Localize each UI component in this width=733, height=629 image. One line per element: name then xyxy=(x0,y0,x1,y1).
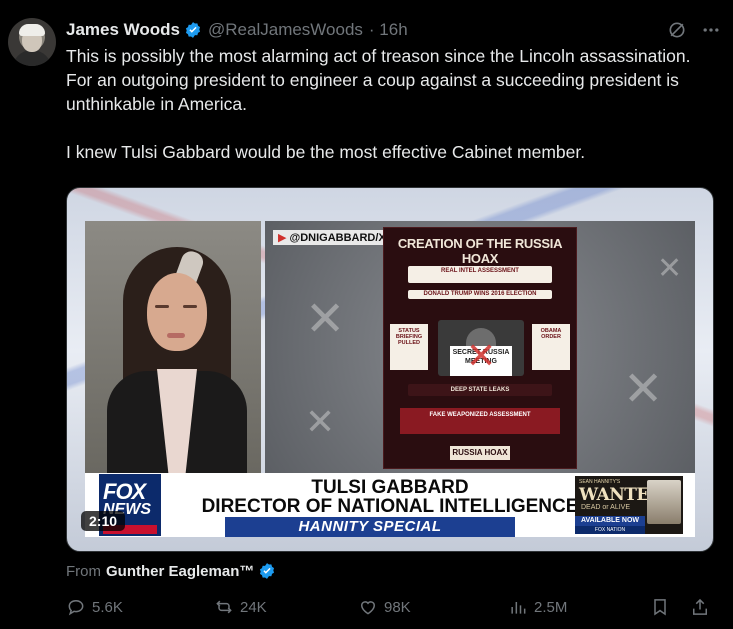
share-button[interactable] xyxy=(690,597,710,617)
like-button[interactable]: 98K xyxy=(358,597,411,617)
russia-hoax-poster: CREATION OF THE RUSSIA HOAX REAL INTEL A… xyxy=(383,227,577,469)
reply-icon xyxy=(68,599,84,616)
poster-fake-assessment: FAKE WEAPONIZED ASSESSMENT xyxy=(400,408,560,434)
tweet-actions: 5.6K 24K 98K 2.5M xyxy=(66,597,712,621)
x-logo-icon: ✕ xyxy=(623,363,664,416)
tweet-text: This is possibly the most alarming act o… xyxy=(66,46,691,162)
attribution-prefix: From xyxy=(66,562,101,580)
video-player[interactable]: ✕ ✕ ✕ ✕ ▶ @DNIGABBARD/X CREATION OF THE R… xyxy=(66,187,714,552)
tweet-time[interactable]: · 16h xyxy=(369,20,408,40)
avatar-hair xyxy=(19,24,45,36)
repost-count: 24K xyxy=(240,598,267,616)
bookmark-icon xyxy=(654,599,666,616)
x-logo-icon: ✕ xyxy=(305,293,346,346)
x-logo-icon: ✕ xyxy=(305,401,336,442)
repost-icon xyxy=(216,600,232,614)
x-logo-icon: ✕ xyxy=(657,252,683,285)
poster-box-briefing: STATUS BRIEFING PULLED xyxy=(390,324,428,370)
speaker-eye xyxy=(155,305,169,308)
video-duration: 2:10 xyxy=(81,511,126,531)
dni-source-tag: ▶ @DNIGABBARD/X xyxy=(273,230,391,245)
poster-title: CREATION OF THE RUSSIA HOAX xyxy=(397,236,563,266)
verified-badge-icon xyxy=(260,563,275,579)
reply-button[interactable]: 5.6K xyxy=(66,597,123,617)
promo-network: FOX NATION xyxy=(575,526,645,534)
views-button[interactable]: 2.5M xyxy=(508,597,567,617)
author-handle[interactable]: @RealJamesWoods xyxy=(208,20,363,40)
tweet: James Woods @RealJamesWoods · 16h This i… xyxy=(0,0,733,629)
avatar-body xyxy=(12,50,52,66)
graphic-panel: ✕ ✕ ✕ ✕ ▶ @DNIGABBARD/X CREATION OF THE R… xyxy=(265,221,695,473)
view-count: 2.5M xyxy=(534,598,568,616)
promo-subtitle: DEAD or ALIVE xyxy=(581,504,631,511)
poster-box-obama: OBAMA ORDER xyxy=(532,324,570,370)
heart-icon xyxy=(360,601,376,615)
poster-secret-meeting: SECRET RUSSIA MEETING xyxy=(450,338,512,376)
wanted-promo: SEAN HANNITY'S WANTED DEAD or ALIVE AVAI… xyxy=(575,476,683,534)
views-icon xyxy=(511,602,526,614)
lower-third-show: HANNITY SPECIAL xyxy=(225,517,515,537)
poster-hoax: RUSSIA HOAX xyxy=(450,446,510,460)
tweet-header: James Woods @RealJamesWoods · 16h xyxy=(66,19,408,41)
share-icon xyxy=(693,598,707,615)
repost-button[interactable]: 24K xyxy=(214,597,267,617)
more-icon[interactable] xyxy=(701,20,721,45)
speaker-eye xyxy=(183,305,197,308)
speaker-video xyxy=(85,221,261,473)
avatar[interactable] xyxy=(8,18,56,66)
poster-deep-state: DEEP STATE LEAKS xyxy=(408,384,552,396)
grok-icon[interactable] xyxy=(667,20,687,45)
author-name[interactable]: James Woods xyxy=(66,20,180,40)
poster-box-election: DONALD TRUMP WINS 2016 ELECTION xyxy=(408,290,552,299)
promo-photo xyxy=(647,480,681,524)
poster-box-intel: REAL INTEL ASSESSMENT xyxy=(408,266,552,283)
verified-badge-icon xyxy=(185,22,201,38)
bookmark-button[interactable] xyxy=(650,597,670,617)
dni-tag-label: @DNIGABBARD/X xyxy=(289,232,386,244)
promo-available: AVAILABLE NOW xyxy=(575,516,645,526)
speaker-face xyxy=(147,273,207,351)
play-icon: ▶ xyxy=(278,232,287,244)
attribution-name[interactable]: Gunther Eagleman™ xyxy=(106,563,254,580)
speaker-mouth xyxy=(167,333,185,338)
reply-count: 5.6K xyxy=(92,598,123,616)
like-count: 98K xyxy=(384,598,411,616)
attribution: From Gunther Eagleman™ xyxy=(66,562,276,580)
top-actions xyxy=(667,20,721,45)
